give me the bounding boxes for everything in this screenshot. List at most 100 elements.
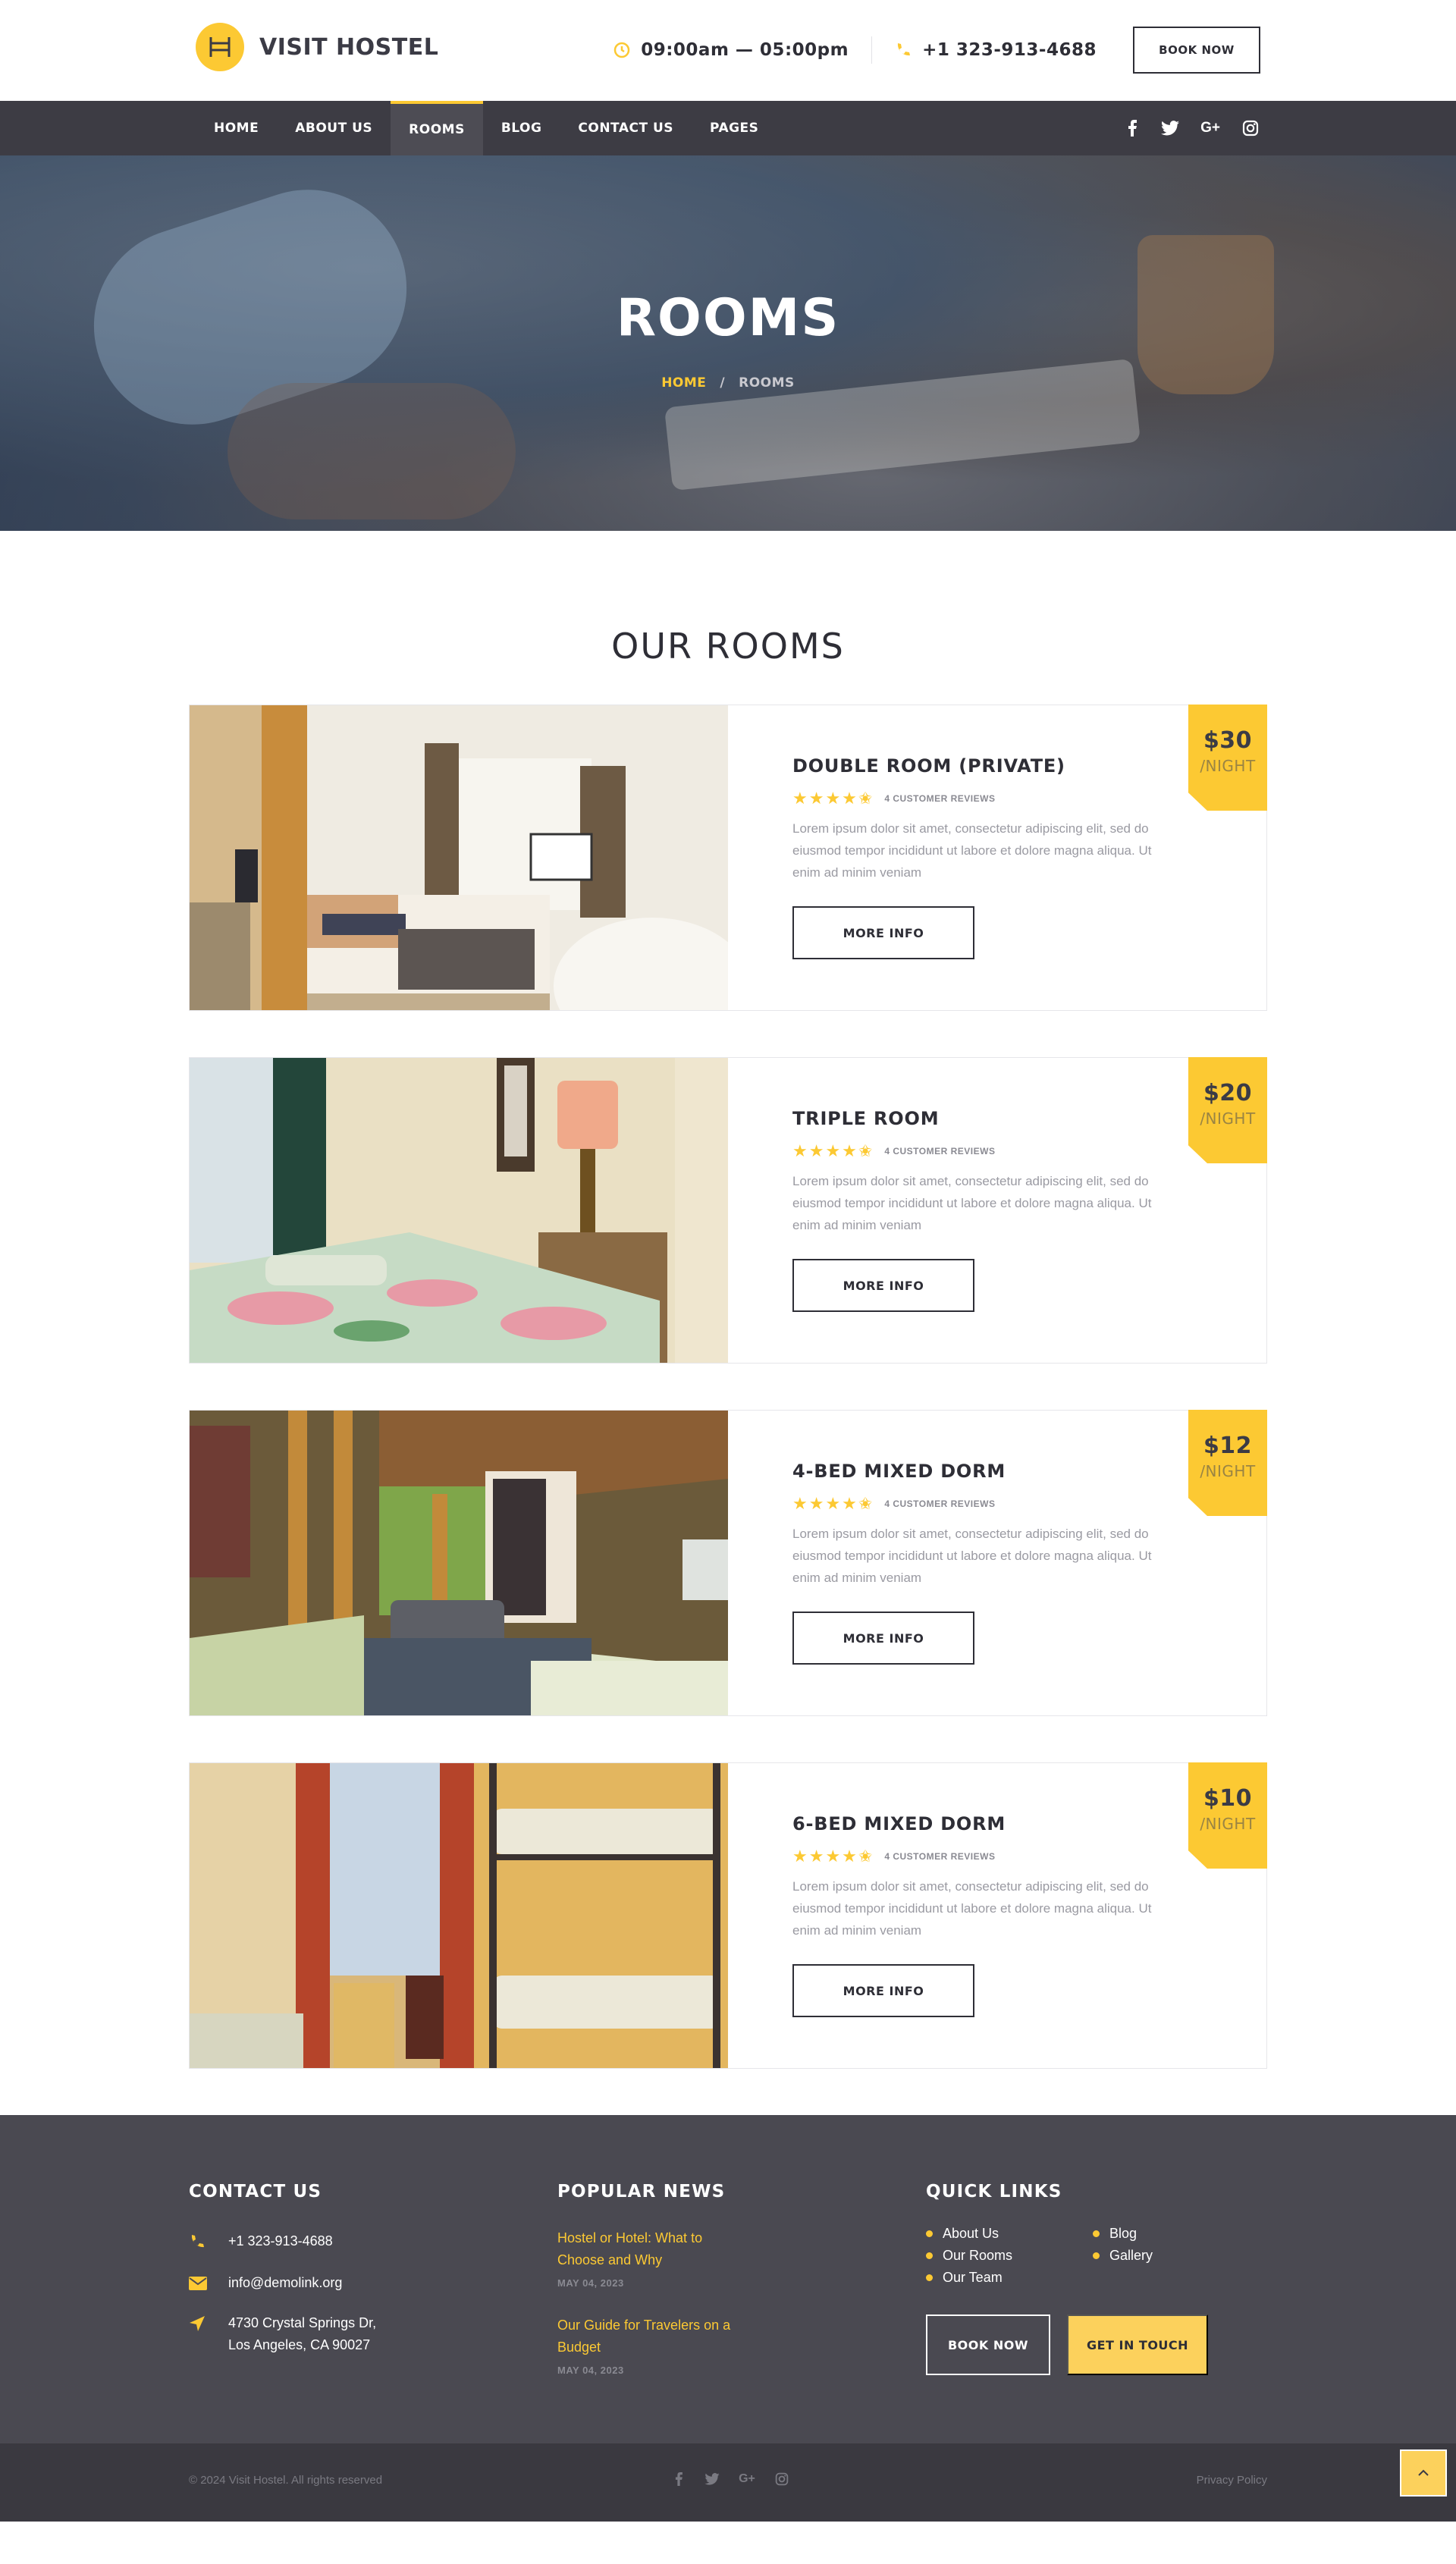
room-photo[interactable] [190, 1411, 728, 1715]
more-info-button[interactable]: MORE INFO [792, 1259, 974, 1312]
instagram-icon[interactable] [773, 2470, 791, 2488]
address-line-1: 4730 Crystal Springs Dr, [228, 2315, 377, 2330]
footer-contact: CONTACT US +1 323-913-4688 info@demolink… [189, 2182, 507, 2356]
page-hero: ROOMS HOME / ROOMS [0, 155, 1456, 531]
copyright: © 2024 Visit Hostel. All rights reserved [189, 2474, 383, 2487]
price-tag: $30 /NIGHT [1188, 705, 1267, 811]
brand-name: VISIT HOSTEL [259, 33, 439, 61]
google-plus-icon[interactable]: G+ [1198, 118, 1222, 138]
more-info-button[interactable]: MORE INFO [792, 906, 974, 959]
nav-blog[interactable]: BLOG [483, 101, 560, 155]
room-description: Lorem ipsum dolor sit amet, consectetur … [792, 1174, 1152, 1232]
page-title: ROOMS [616, 288, 840, 348]
twitter-icon[interactable] [1160, 118, 1180, 138]
room-card: TRIPLE ROOM ★★★★✬ 4 CUSTOMER REVIEWS Lor… [189, 1057, 1267, 1364]
footer-bottom-bar: © 2024 Visit Hostel. All rights reserved… [0, 2443, 1456, 2522]
nav-contact-us[interactable]: CONTACT US [560, 101, 692, 155]
quick-link-gallery[interactable]: Gallery [1093, 2248, 1244, 2264]
footer-contact-title: CONTACT US [189, 2182, 322, 2202]
review-count[interactable]: 4 CUSTOMER REVIEWS [884, 1851, 995, 1862]
phone-info[interactable]: +1 323-913-4688 [895, 40, 1097, 60]
section-title: OUR ROOMS [611, 626, 845, 667]
footer-links-title: QUICK LINKS [926, 2182, 1062, 2202]
footer-email[interactable]: info@demolink.org [189, 2272, 507, 2297]
review-count[interactable]: 4 CUSTOMER REVIEWS [884, 1146, 995, 1156]
book-now-button[interactable]: BOOK NOW [1133, 27, 1260, 74]
privacy-policy-link[interactable]: Privacy Policy [1197, 2474, 1267, 2487]
breadcrumb-current: ROOMS [739, 375, 795, 391]
nav-pages[interactable]: PAGES [692, 101, 777, 155]
phone-icon [189, 2230, 228, 2257]
address-line-2: Los Angeles, CA 90027 [228, 2337, 371, 2352]
price-period: /NIGHT [1200, 1815, 1256, 1833]
top-header: VISIT HOSTEL 09:00am — 05:00pm +1 323-91… [0, 0, 1456, 101]
review-count[interactable]: 4 CUSTOMER REVIEWS [884, 793, 995, 804]
price-amount: $10 [1203, 1785, 1253, 1812]
price-tag: $10 /NIGHT [1188, 1762, 1267, 1869]
scroll-to-top-button[interactable] [1400, 2449, 1447, 2497]
envelope-icon [189, 2272, 228, 2297]
breadcrumb: HOME / ROOMS [0, 375, 1456, 391]
location-arrow-icon [189, 2312, 228, 2339]
nav-home[interactable]: HOME [196, 101, 277, 155]
footer-phone-text: +1 323-913-4688 [228, 2233, 333, 2249]
star-rating: ★★★★✬ [792, 1141, 874, 1160]
bed-logo-icon [196, 23, 244, 71]
news-date: MAY 04, 2023 [557, 2277, 624, 2289]
footer-news-title: POPULAR NEWS [557, 2182, 726, 2202]
room-card: DOUBLE ROOM (PRIVATE) ★★★★✬ 4 CUSTOMER R… [189, 705, 1267, 1011]
news-item: Hostel or Hotel: What to Choose and Why … [557, 2227, 785, 2289]
get-in-touch-button[interactable]: GET IN TOUCH [1067, 2315, 1208, 2375]
breadcrumb-separator: / [720, 375, 726, 391]
facebook-icon[interactable] [670, 2470, 688, 2488]
news-link[interactable]: Our Guide for Travelers on a Budget [557, 2315, 747, 2358]
price-amount: $20 [1203, 1080, 1253, 1106]
footer-quick-links: QUICK LINKS About Us Blog Our Rooms Gall… [926, 2182, 1275, 2375]
quick-link-about-us[interactable]: About Us [926, 2226, 1093, 2242]
more-info-button[interactable]: MORE INFO [792, 1612, 974, 1665]
quick-link-our-rooms[interactable]: Our Rooms [926, 2248, 1093, 2264]
hours-info: 09:00am — 05:00pm [613, 40, 849, 60]
footer-email-text: info@demolink.org [228, 2275, 343, 2290]
price-period: /NIGHT [1200, 757, 1256, 775]
room-card: 4-BED MIXED DORM ★★★★✬ 4 CUSTOMER REVIEW… [189, 1410, 1267, 1716]
price-period: /NIGHT [1200, 1462, 1256, 1480]
hours-text: 09:00am — 05:00pm [641, 40, 849, 60]
chevron-up-icon [1418, 2469, 1429, 2476]
room-photo[interactable] [190, 1058, 728, 1363]
logo[interactable]: VISIT HOSTEL [196, 23, 438, 71]
breadcrumb-home[interactable]: HOME [661, 375, 706, 391]
review-count[interactable]: 4 CUSTOMER REVIEWS [884, 1499, 995, 1509]
quick-link-blog[interactable]: Blog [1093, 2226, 1244, 2242]
main-nav: HOME ABOUT US ROOMS BLOG CONTACT US PAGE… [0, 101, 1456, 155]
footer-news: POPULAR NEWS Hostel or Hotel: What to Ch… [557, 2182, 785, 2376]
room-photo[interactable] [190, 1763, 728, 2068]
room-photo[interactable] [190, 705, 728, 1010]
rooms-list: DOUBLE ROOM (PRIVATE) ★★★★✬ 4 CUSTOMER R… [189, 705, 1267, 2069]
news-link[interactable]: Hostel or Hotel: What to Choose and Why [557, 2227, 747, 2271]
price-period: /NIGHT [1200, 1109, 1256, 1128]
footer-address: 4730 Crystal Springs Dr, Los Angeles, CA … [189, 2312, 507, 2356]
price-tag: $20 /NIGHT [1188, 1057, 1267, 1163]
room-description: Lorem ipsum dolor sit amet, consectetur … [792, 1879, 1152, 1938]
google-plus-icon[interactable]: G+ [736, 2470, 758, 2488]
price-amount: $12 [1203, 1433, 1253, 1459]
room-description: Lorem ipsum dolor sit amet, consectetur … [792, 821, 1152, 880]
star-rating: ★★★★✬ [792, 1494, 874, 1513]
instagram-icon[interactable] [1241, 118, 1260, 138]
price-tag: $12 /NIGHT [1188, 1410, 1267, 1516]
nav-rooms[interactable]: ROOMS [391, 101, 483, 155]
phone-text: +1 323-913-4688 [922, 40, 1097, 60]
footer-book-now-button[interactable]: BOOK NOW [926, 2315, 1050, 2375]
facebook-icon[interactable] [1122, 118, 1142, 138]
news-item: Our Guide for Travelers on a Budget MAY … [557, 2315, 785, 2376]
footer-phone[interactable]: +1 323-913-4688 [189, 2230, 507, 2257]
room-description: Lorem ipsum dolor sit amet, consectetur … [792, 1527, 1152, 1585]
nav-about-us[interactable]: ABOUT US [277, 101, 391, 155]
clock-icon [613, 42, 630, 58]
star-rating: ★★★★✬ [792, 789, 874, 808]
twitter-icon[interactable] [703, 2470, 721, 2488]
price-amount: $30 [1203, 727, 1253, 754]
more-info-button[interactable]: MORE INFO [792, 1964, 974, 2017]
quick-link-our-team[interactable]: Our Team [926, 2270, 1093, 2286]
